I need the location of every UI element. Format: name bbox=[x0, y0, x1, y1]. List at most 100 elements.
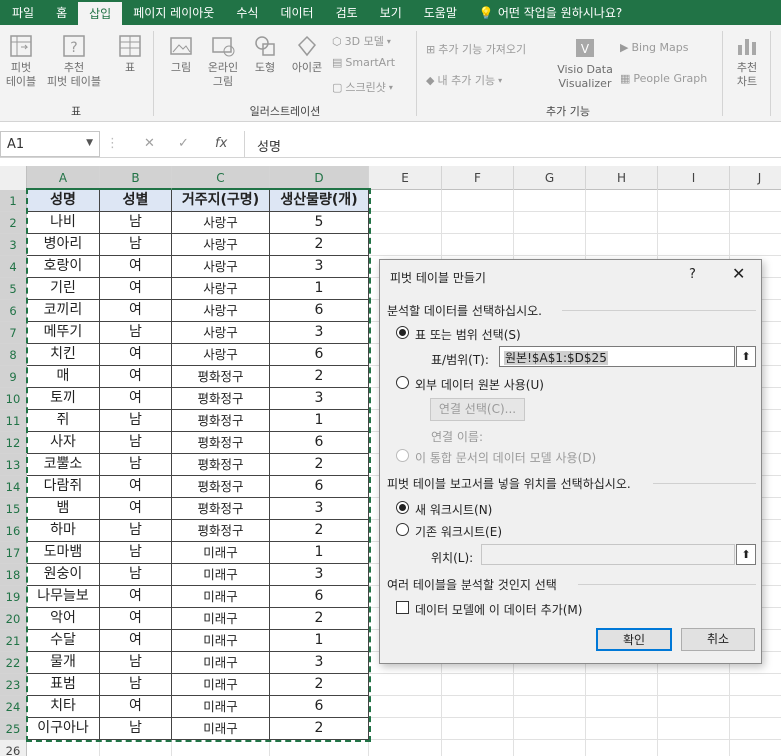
row-header[interactable]: 21 bbox=[0, 630, 27, 652]
chevron-down-icon[interactable]: ▼ bbox=[86, 138, 93, 148]
table-cell[interactable] bbox=[586, 212, 658, 234]
header-cell[interactable]: 생산물량(개) bbox=[270, 190, 369, 212]
row-header[interactable]: 14 bbox=[0, 476, 27, 498]
table-cell[interactable] bbox=[442, 190, 514, 212]
table-cell[interactable]: 코끼리 bbox=[27, 300, 100, 322]
table-cell[interactable] bbox=[586, 674, 658, 696]
table-cell[interactable] bbox=[730, 674, 781, 696]
table-cell[interactable] bbox=[586, 234, 658, 256]
table-cell[interactable] bbox=[658, 718, 730, 740]
table-cell[interactable]: 뱀 bbox=[27, 498, 100, 520]
table-cell[interactable]: 여 bbox=[100, 256, 172, 278]
table-cell[interactable]: 쥐 bbox=[27, 410, 100, 432]
table-cell[interactable]: 남 bbox=[100, 432, 172, 454]
table-cell[interactable]: 미래구 bbox=[172, 542, 270, 564]
table-cell[interactable]: 6 bbox=[270, 300, 369, 322]
table-cell[interactable] bbox=[730, 234, 781, 256]
table-cell[interactable]: 3 bbox=[270, 564, 369, 586]
row-header[interactable]: 5 bbox=[0, 278, 27, 300]
table-cell[interactable] bbox=[514, 190, 586, 212]
table-cell[interactable]: 여 bbox=[100, 630, 172, 652]
collapse-location-icon[interactable]: ⬆ bbox=[736, 544, 756, 565]
tab-home[interactable]: 홈 bbox=[45, 0, 78, 25]
table-cell[interactable] bbox=[586, 696, 658, 718]
table-cell[interactable]: 치타 bbox=[27, 696, 100, 718]
row-header[interactable]: 9 bbox=[0, 366, 27, 388]
radio-data-model[interactable] bbox=[396, 449, 409, 462]
tab-formulas[interactable]: 수식 bbox=[225, 0, 269, 25]
table-cell[interactable]: 남 bbox=[100, 410, 172, 432]
row-header[interactable]: 20 bbox=[0, 608, 27, 630]
table-cell[interactable]: 평화정구 bbox=[172, 498, 270, 520]
table-cell[interactable]: 사랑구 bbox=[172, 234, 270, 256]
table-cell[interactable] bbox=[369, 212, 442, 234]
table-cell[interactable]: 6 bbox=[270, 586, 369, 608]
table-cell[interactable]: 하마 bbox=[27, 520, 100, 542]
column-header-g[interactable]: G bbox=[514, 166, 586, 190]
icons-button[interactable]: 아이콘 bbox=[286, 33, 328, 75]
table-cell[interactable] bbox=[514, 212, 586, 234]
table-cell[interactable]: 평화정구 bbox=[172, 388, 270, 410]
table-cell[interactable] bbox=[586, 718, 658, 740]
table-cell[interactable]: 3 bbox=[270, 388, 369, 410]
column-header-j[interactable]: J bbox=[730, 166, 781, 190]
cancel-button[interactable]: 취소 bbox=[681, 628, 755, 651]
row-header[interactable]: 13 bbox=[0, 454, 27, 476]
table-cell[interactable]: 평화정구 bbox=[172, 476, 270, 498]
confirm-entry-icon[interactable]: ✓ bbox=[178, 136, 189, 151]
tab-view[interactable]: 보기 bbox=[369, 0, 413, 25]
table-cell[interactable]: 평화정구 bbox=[172, 366, 270, 388]
table-cell[interactable]: 미래구 bbox=[172, 696, 270, 718]
table-cell[interactable] bbox=[369, 740, 442, 756]
table-cell[interactable] bbox=[100, 740, 172, 756]
table-cell[interactable]: 여 bbox=[100, 476, 172, 498]
select-all-corner[interactable] bbox=[0, 166, 27, 190]
table-cell[interactable] bbox=[442, 740, 514, 756]
table-cell[interactable]: 여 bbox=[100, 344, 172, 366]
table-cell[interactable] bbox=[369, 718, 442, 740]
table-cell[interactable]: 2 bbox=[270, 608, 369, 630]
pivot-table-button[interactable]: 피벗 테이블 bbox=[2, 33, 40, 89]
row-header[interactable]: 16 bbox=[0, 520, 27, 542]
my-addins-button[interactable]: ◆ 내 추가 기능 ▾ bbox=[426, 72, 502, 88]
table-cell[interactable]: 남 bbox=[100, 718, 172, 740]
table-cell[interactable]: 미래구 bbox=[172, 674, 270, 696]
table-cell[interactable]: 여 bbox=[100, 586, 172, 608]
table-cell[interactable] bbox=[514, 674, 586, 696]
radio-existing-worksheet[interactable] bbox=[396, 523, 409, 536]
ok-button[interactable]: 확인 bbox=[596, 628, 672, 651]
table-cell[interactable]: 수달 bbox=[27, 630, 100, 652]
column-header-b[interactable]: B bbox=[100, 166, 172, 190]
column-header-i[interactable]: I bbox=[658, 166, 730, 190]
table-cell[interactable]: 남 bbox=[100, 322, 172, 344]
table-cell[interactable]: 나무늘보 bbox=[27, 586, 100, 608]
table-cell[interactable]: 호랑이 bbox=[27, 256, 100, 278]
tab-data[interactable]: 데이터 bbox=[269, 0, 324, 25]
tab-insert[interactable]: 삽입 bbox=[78, 2, 123, 25]
table-cell[interactable]: 3 bbox=[270, 256, 369, 278]
table-cell[interactable]: 남 bbox=[100, 652, 172, 674]
table-cell[interactable]: 2 bbox=[270, 718, 369, 740]
table-cell[interactable]: 3 bbox=[270, 652, 369, 674]
table-cell[interactable]: 사랑구 bbox=[172, 322, 270, 344]
table-cell[interactable]: 여 bbox=[100, 498, 172, 520]
table-cell[interactable]: 5 bbox=[270, 212, 369, 234]
table-cell[interactable]: 미래구 bbox=[172, 586, 270, 608]
recommended-charts-button[interactable]: 추천 차트 bbox=[728, 33, 766, 89]
table-cell[interactable] bbox=[514, 696, 586, 718]
table-cell[interactable]: 6 bbox=[270, 432, 369, 454]
table-cell[interactable] bbox=[514, 234, 586, 256]
table-cell[interactable]: 2 bbox=[270, 454, 369, 476]
table-cell[interactable]: 원숭이 bbox=[27, 564, 100, 586]
table-cell[interactable]: 여 bbox=[100, 696, 172, 718]
collapse-range-icon[interactable]: ⬆ bbox=[736, 346, 756, 367]
table-cell[interactable]: 물개 bbox=[27, 652, 100, 674]
table-cell[interactable]: 표범 bbox=[27, 674, 100, 696]
table-cell[interactable]: 1 bbox=[270, 410, 369, 432]
table-cell[interactable]: 평화정구 bbox=[172, 432, 270, 454]
table-cell[interactable] bbox=[369, 674, 442, 696]
table-cell[interactable]: 2 bbox=[270, 234, 369, 256]
column-header-h[interactable]: H bbox=[586, 166, 658, 190]
table-cell[interactable] bbox=[442, 234, 514, 256]
header-cell[interactable]: 거주지(구명) bbox=[172, 190, 270, 212]
